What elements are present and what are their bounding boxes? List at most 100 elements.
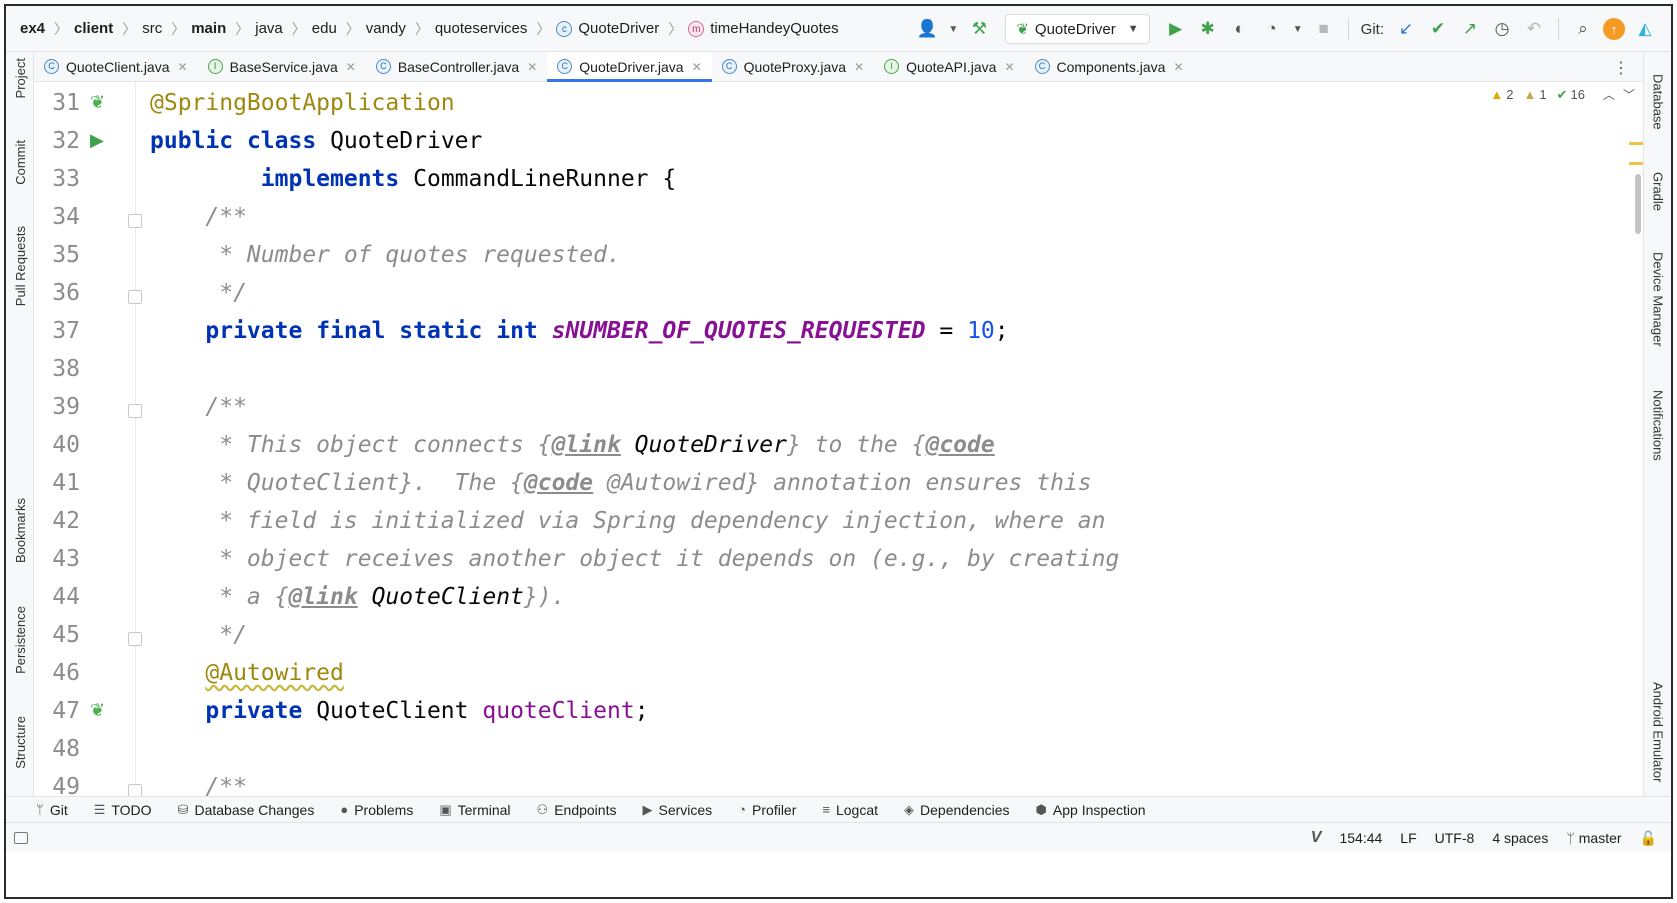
tool-profiler[interactable]: ◔ Profiler bbox=[738, 802, 796, 818]
tool-android-emulator[interactable]: Android Emulator bbox=[1644, 682, 1671, 782]
tool-commit[interactable]: Commit bbox=[6, 140, 34, 185]
database-icon: ⛁ bbox=[177, 801, 189, 817]
breadcrumb-item[interactable]: vandy 〉 bbox=[366, 6, 435, 51]
error-stripe-mark[interactable] bbox=[1629, 142, 1643, 145]
profile-icon[interactable]: ◔ bbox=[1259, 16, 1285, 42]
close-icon[interactable]: ✕ bbox=[854, 60, 864, 74]
chevron-down-icon[interactable]: ﹀ bbox=[1623, 86, 1635, 103]
close-icon[interactable]: ✕ bbox=[1173, 60, 1183, 74]
vim-icon[interactable]: V bbox=[1311, 829, 1322, 847]
line-number: 48 bbox=[52, 736, 80, 762]
spring-bean-icon[interactable]: ❦ bbox=[90, 92, 105, 113]
tab-basecontroller[interactable]: C BaseController.java ✕ bbox=[366, 52, 547, 81]
chevron-down-icon[interactable]: ▼ bbox=[946, 16, 960, 42]
breadcrumb-item[interactable]: ex4 〉 bbox=[6, 6, 74, 51]
editor-gutter: 31 32 33 34 35 36 37 38 39 40 41 42 43 4… bbox=[34, 82, 142, 796]
code-with-me-icon[interactable]: ◭ bbox=[1632, 16, 1658, 42]
code-line: * field is initialized via Spring depend… bbox=[205, 508, 1106, 534]
run-gutter-icon[interactable]: ▶ bbox=[90, 130, 104, 151]
code-line: private QuoteClient quoteClient; bbox=[205, 698, 649, 724]
spring-autowired-icon[interactable]: ❦ bbox=[90, 700, 105, 721]
breadcrumb-method[interactable]: m timeHandeyQuotes bbox=[688, 6, 839, 51]
tab-quoteproxy[interactable]: C QuoteProxy.java ✕ bbox=[712, 52, 875, 81]
scrollbar-thumb[interactable] bbox=[1635, 174, 1641, 234]
close-icon[interactable]: ✕ bbox=[1004, 60, 1014, 74]
breadcrumb-item[interactable]: src 〉 bbox=[142, 6, 191, 51]
line-number: 31 bbox=[52, 90, 80, 116]
tool-endpoints[interactable]: ⚇ Endpoints bbox=[537, 802, 617, 818]
git-update-icon[interactable]: ↙ bbox=[1393, 16, 1419, 42]
tool-project[interactable]: Project bbox=[6, 58, 34, 98]
endpoints-icon: ⚇ bbox=[536, 801, 549, 817]
breadcrumb-item[interactable]: quoteservices 〉 bbox=[435, 6, 557, 51]
close-icon[interactable]: ✕ bbox=[527, 60, 537, 74]
status-bar: V 154:44 LF UTF-8 4 spaces ᛘ master 🔓 bbox=[6, 822, 1671, 852]
fold-marker-icon[interactable] bbox=[128, 290, 142, 304]
git-commit-check-icon[interactable]: ✔ bbox=[1425, 16, 1451, 42]
tool-window-toggle-icon[interactable] bbox=[14, 831, 28, 844]
code-line: @SpringBootApplication bbox=[150, 90, 455, 116]
lock-icon[interactable]: 🔓 bbox=[1640, 830, 1657, 847]
line-separator[interactable]: LF bbox=[1400, 830, 1416, 846]
tab-quotedriver[interactable]: C QuoteDriver.java ✕ bbox=[547, 52, 712, 82]
tool-persistence[interactable]: Persistence bbox=[6, 606, 34, 674]
inspection-widget[interactable]: ▲ 2 ▲ 1 ✔ 16 ︿ ﹀ bbox=[1490, 86, 1635, 103]
tab-quoteapi[interactable]: I QuoteAPI.java ✕ bbox=[874, 52, 1024, 81]
ide-update-icon[interactable]: ↑ bbox=[1603, 18, 1625, 40]
tool-logcat[interactable]: ≡ Logcat bbox=[822, 802, 878, 818]
more-tabs-icon[interactable]: ⋮ bbox=[1613, 58, 1629, 78]
file-encoding[interactable]: UTF-8 bbox=[1435, 830, 1475, 846]
tool-pull-requests[interactable]: Pull Requests bbox=[6, 226, 34, 306]
editor-tabs: C QuoteClient.java ✕ I BaseService.java ✕ CB… bbox=[34, 52, 1643, 82]
fold-marker-icon[interactable] bbox=[128, 632, 142, 646]
fold-marker-icon[interactable] bbox=[128, 784, 142, 796]
git-push-icon[interactable]: ↗ bbox=[1457, 16, 1483, 42]
breadcrumb-item[interactable]: edu 〉 bbox=[312, 6, 366, 51]
chevron-down-icon[interactable]: ▼ bbox=[1291, 16, 1305, 42]
tool-gradle[interactable]: Gradle bbox=[1644, 172, 1671, 211]
code-editor[interactable]: 31 32 33 34 35 36 37 38 39 40 41 42 43 4… bbox=[34, 82, 1643, 796]
vertical-scrollbar[interactable] bbox=[1633, 174, 1643, 234]
search-icon[interactable]: ⌕ bbox=[1570, 16, 1596, 42]
tool-services[interactable]: ▶ Services bbox=[642, 802, 712, 818]
error-stripe-mark[interactable] bbox=[1629, 162, 1643, 165]
run-configuration-select[interactable]: ❦ QuoteDriver ▼ bbox=[1005, 14, 1150, 44]
stop-icon[interactable]: ■ bbox=[1311, 16, 1337, 42]
close-icon[interactable]: ✕ bbox=[346, 60, 356, 74]
breadcrumb-item[interactable]: java 〉 bbox=[255, 6, 312, 51]
fold-marker-icon[interactable] bbox=[128, 214, 142, 228]
breadcrumb-item[interactable]: main 〉 bbox=[191, 6, 255, 51]
caret-position[interactable]: 154:44 bbox=[1339, 830, 1382, 846]
tool-bookmarks[interactable]: Bookmarks bbox=[6, 498, 34, 563]
fold-marker-icon[interactable] bbox=[128, 404, 142, 418]
tool-database-changes[interactable]: ⛁ Database Changes bbox=[178, 802, 315, 818]
tool-notifications[interactable]: Notifications bbox=[1644, 390, 1671, 461]
build-hammer-icon[interactable]: ⚒ bbox=[966, 16, 992, 42]
tool-dependencies[interactable]: ◈ Dependencies bbox=[904, 802, 1010, 818]
tab-baseservice[interactable]: I BaseService.java ✕ bbox=[198, 52, 366, 81]
tab-components[interactable]: C Components.java ✕ bbox=[1025, 52, 1194, 81]
rollback-icon[interactable]: ↶ bbox=[1521, 16, 1547, 42]
debug-bug-icon[interactable]: ✱ bbox=[1195, 16, 1221, 42]
toolbar-divider bbox=[1558, 18, 1559, 40]
git-branch[interactable]: ᛘ master bbox=[1566, 830, 1621, 846]
tool-database[interactable]: Database bbox=[1644, 74, 1671, 130]
breadcrumb-class[interactable]: c QuoteDriver 〉 bbox=[556, 6, 688, 51]
tool-device-manager[interactable]: Device Manager bbox=[1644, 252, 1671, 347]
tab-quoteclient[interactable]: C QuoteClient.java ✕ bbox=[34, 52, 198, 81]
tool-structure[interactable]: Structure bbox=[6, 716, 34, 769]
close-icon[interactable]: ✕ bbox=[692, 60, 702, 74]
run-icon[interactable]: ▶ bbox=[1163, 16, 1189, 42]
coverage-icon[interactable]: ◐ bbox=[1227, 16, 1253, 42]
history-clock-icon[interactable]: ◷ bbox=[1489, 16, 1515, 42]
user-icon[interactable]: 👤 bbox=[914, 16, 940, 42]
tool-app-inspection[interactable]: ⬢ App Inspection bbox=[1036, 802, 1146, 818]
breadcrumb-item[interactable]: client 〉 bbox=[74, 6, 142, 51]
chevron-up-icon[interactable]: ︿ bbox=[1603, 86, 1615, 103]
indent-setting[interactable]: 4 spaces bbox=[1492, 830, 1548, 846]
tool-problems[interactable]: ● Problems bbox=[340, 802, 413, 818]
close-icon[interactable]: ✕ bbox=[178, 60, 188, 74]
tool-todo[interactable]: ☰ TODO bbox=[94, 802, 152, 818]
tool-git[interactable]: ᛘ Git bbox=[36, 802, 68, 818]
tool-terminal[interactable]: ▣ Terminal bbox=[439, 802, 510, 818]
